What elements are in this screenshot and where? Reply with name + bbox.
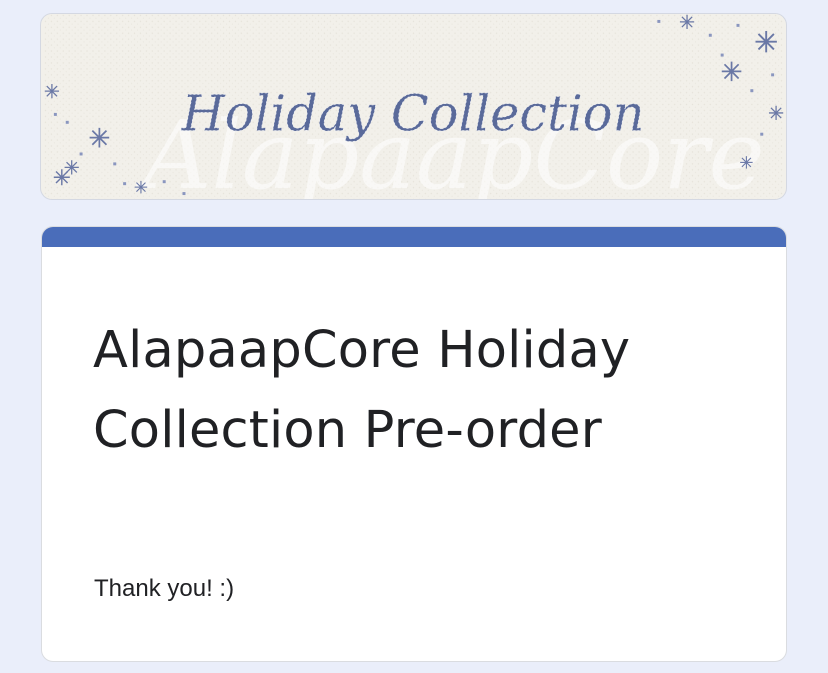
banner-title: Holiday Collection <box>181 85 645 143</box>
snowflake-icon <box>44 83 60 99</box>
snowflake-icon <box>739 155 754 170</box>
form-title: AlapaapCore Holiday Collection Pre-order <box>93 321 631 460</box>
form-header-banner: AlapaapCore Holiday Collection <box>40 13 787 200</box>
snowflake-icon <box>754 30 778 54</box>
snowflake-icon <box>768 105 784 121</box>
snowflake-icon <box>720 60 743 83</box>
banner-artwork: AlapaapCore Holiday Collection <box>43 14 784 199</box>
snowflake-icon <box>134 180 148 194</box>
card-accent-bar <box>42 227 786 247</box>
form-description: Thank you! :) <box>94 575 235 602</box>
snowflake-icon <box>679 14 695 30</box>
form-title-card: AlapaapCore Holiday Collection Pre-order… <box>41 226 787 662</box>
snowflake-icon <box>53 168 71 186</box>
snowflake-icon <box>88 126 111 149</box>
